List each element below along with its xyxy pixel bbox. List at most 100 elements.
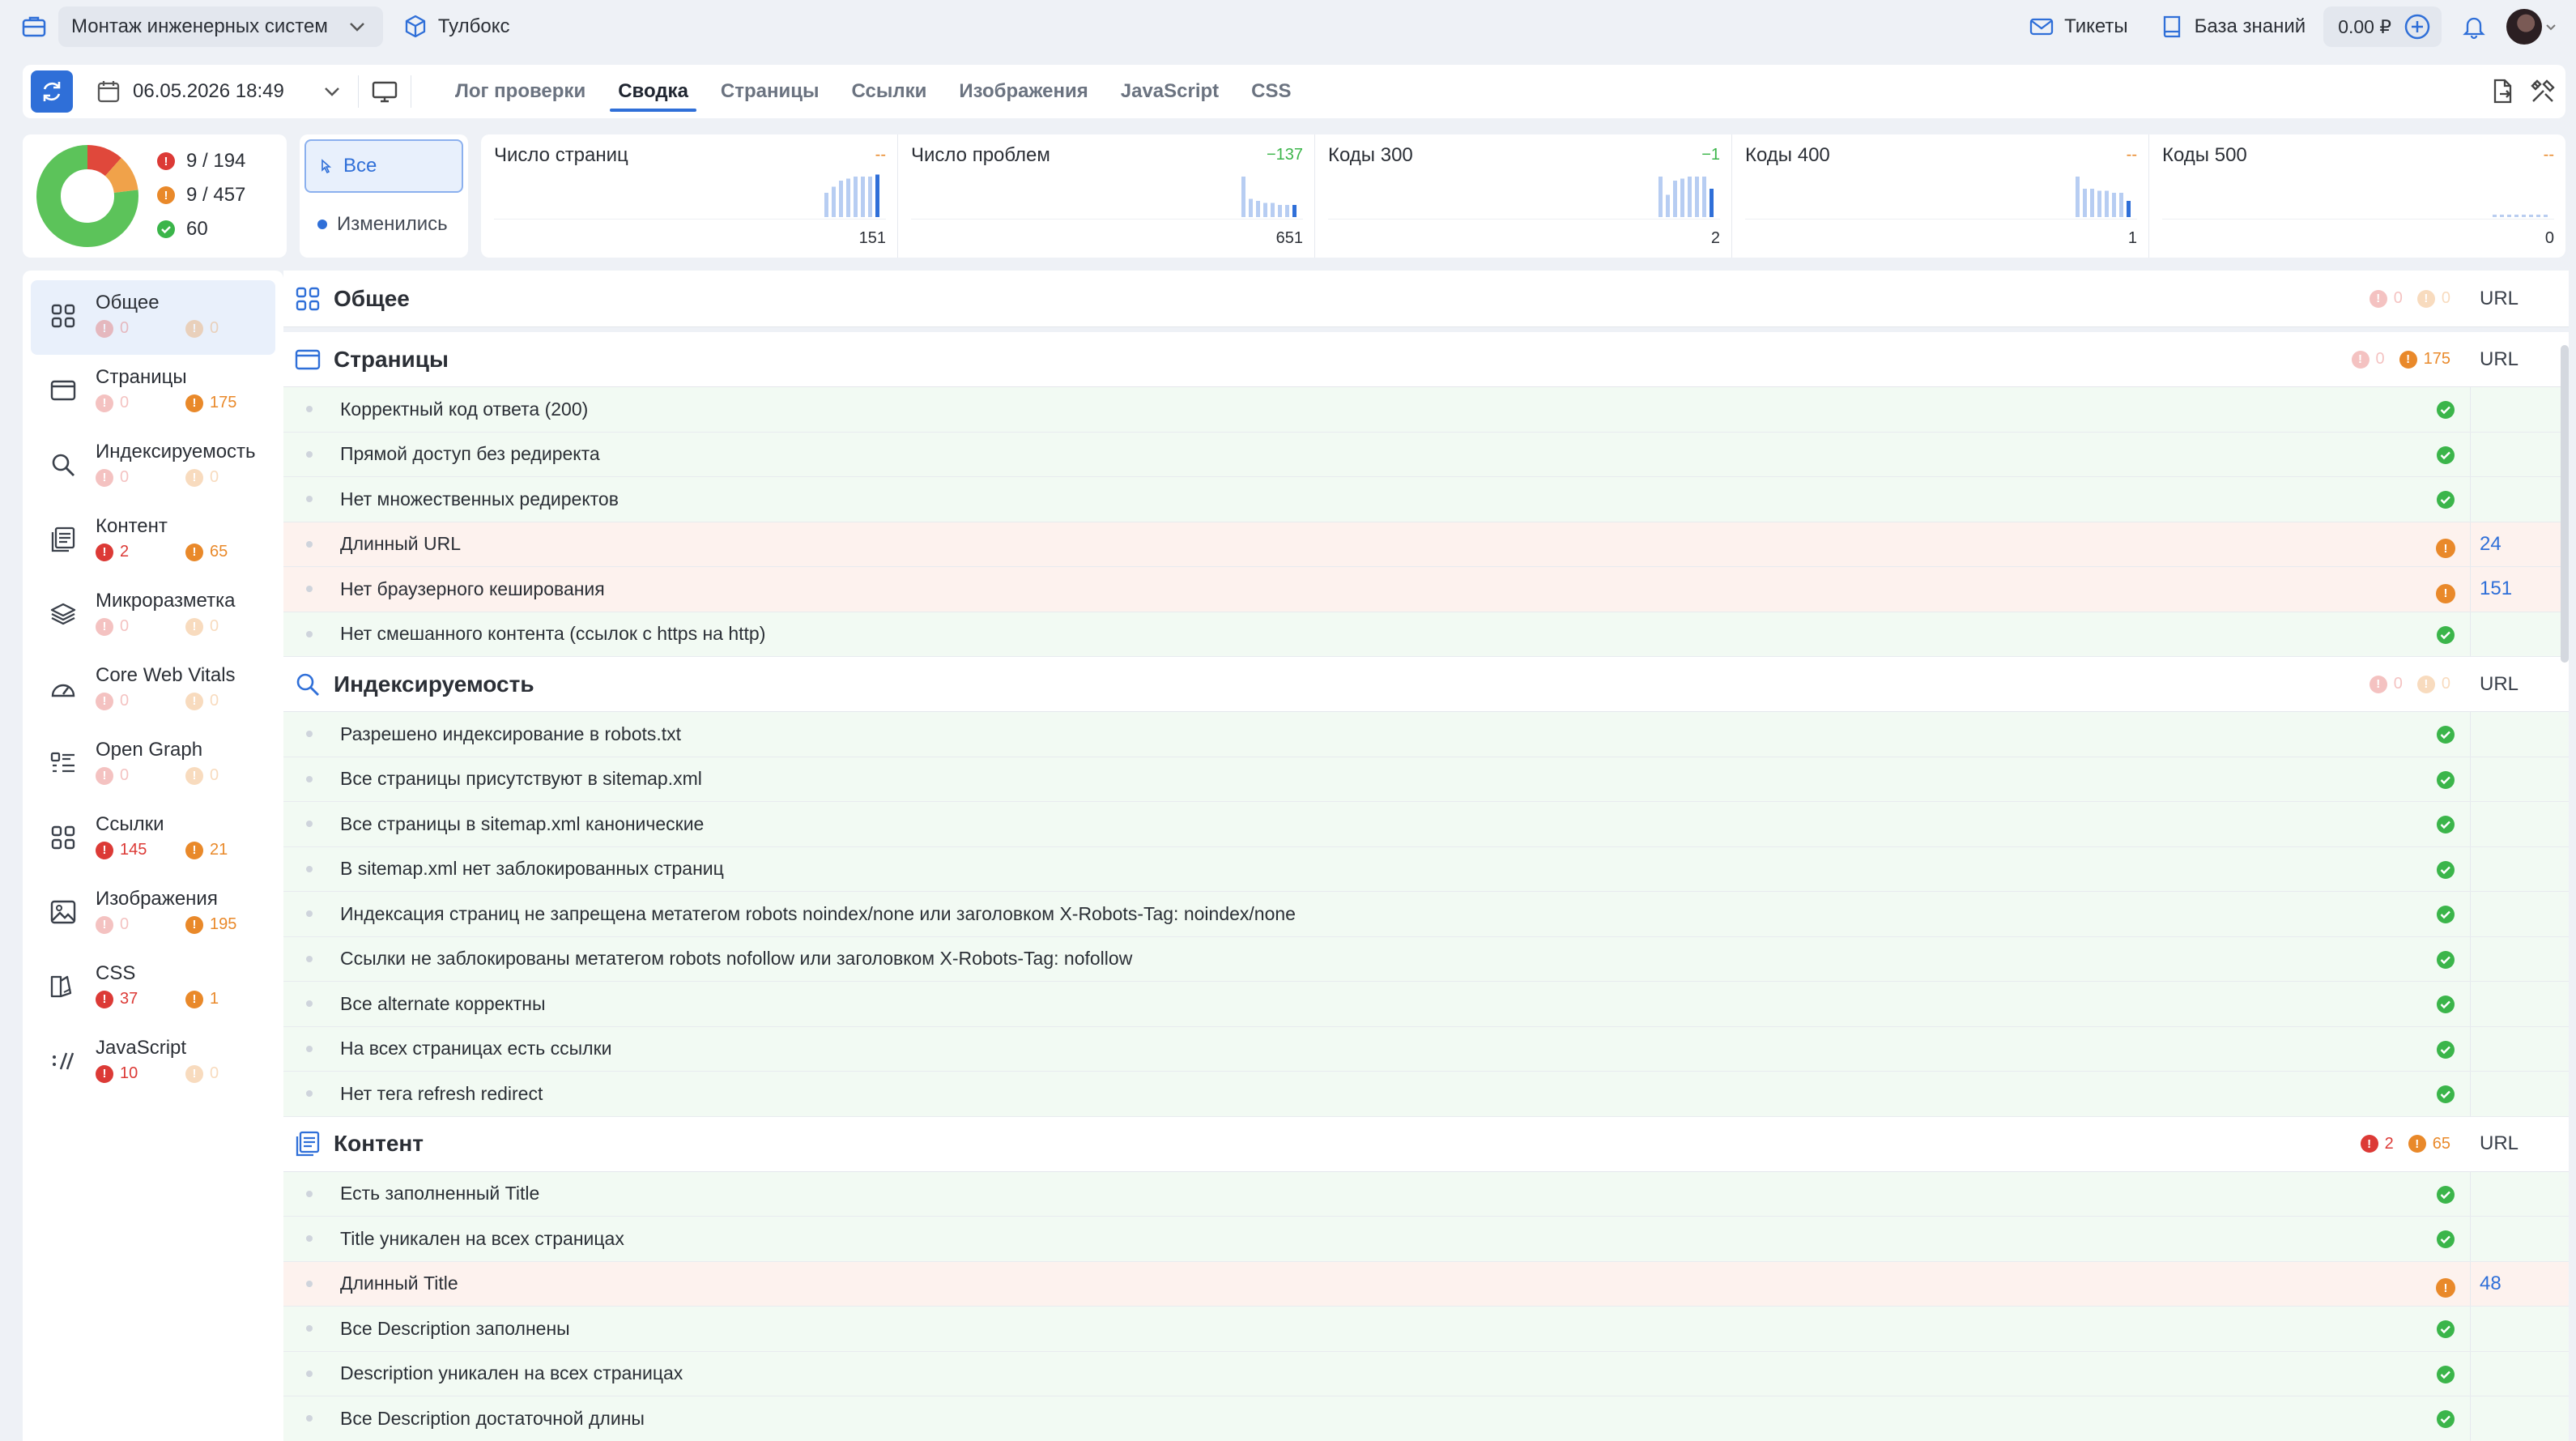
check-row[interactable]: Description уникален на всех страницах (283, 1351, 2569, 1396)
book-icon (2157, 12, 2186, 41)
refresh-button[interactable] (31, 70, 73, 113)
metric-bar (824, 193, 828, 217)
check-row[interactable]: Есть заполненный Title (283, 1171, 2569, 1217)
project-selector[interactable]: Монтаж инженерных систем (19, 6, 383, 47)
check-row[interactable]: Нет браузерного кеширования ! 151 (283, 567, 2569, 612)
sidebar-item-8[interactable]: Изображения ! 0! 195 (31, 876, 275, 951)
bullet (306, 731, 313, 738)
ok-summary[interactable]: 60 (157, 212, 245, 246)
tab-5[interactable]: JavaScript (1105, 65, 1235, 118)
tab-4[interactable]: Изображения (943, 65, 1104, 118)
balance-value: 0.00 ₽ (2338, 15, 2391, 37)
metric-card[interactable]: Коды 400 -- 1 (1732, 134, 2149, 258)
bullet (306, 1235, 313, 1243)
user-menu[interactable] (2506, 9, 2557, 45)
metric-card[interactable]: Коды 500 -- 0 (2149, 134, 2565, 258)
sidebar-item-label: Open Graph (96, 739, 203, 761)
sidebar-item-9[interactable]: CSS ! 37! 1 (31, 951, 275, 1025)
check-label: Нет смешанного контента (ссылок с https … (340, 623, 766, 645)
sidebar-item-4[interactable]: Микроразметка ! 0! 0 (31, 578, 275, 653)
check-row[interactable]: Нет тега refresh redirect (283, 1072, 2569, 1117)
monitor-icon[interactable] (370, 77, 399, 106)
scrollbar[interactable] (2561, 345, 2569, 663)
export-document-icon[interactable] (2488, 77, 2517, 106)
sidebar-item-5[interactable]: Core Web Vitals ! 0! 0 (31, 653, 275, 727)
balance-widget[interactable]: 0.00 ₽ (2323, 6, 2442, 47)
tab-6[interactable]: CSS (1235, 65, 1307, 118)
check-row[interactable]: Длинный Title ! 48 (283, 1261, 2569, 1307)
sidebar-item-1[interactable]: Страницы ! 0! 175 (31, 355, 275, 429)
section-header[interactable]: Индексируемость ! 0 ! 0 URL (283, 657, 2569, 712)
sidebar-item-label: Микроразметка (96, 590, 236, 612)
check-row[interactable]: Ссылки не заблокированы метатегом robots… (283, 936, 2569, 982)
errors-summary[interactable]: ! 9 / 194 (157, 144, 245, 178)
list-icon (49, 748, 78, 778)
calendar-icon (94, 77, 123, 106)
warning-icon: ! (185, 617, 203, 636)
sidebar-item-0[interactable]: Общее ! 0! 0 (31, 280, 275, 355)
url-count-link[interactable]: 151 (2480, 578, 2512, 600)
error-count-badge: ! 37 (96, 990, 185, 1008)
tools-icon[interactable] (2528, 77, 2557, 106)
error-icon: ! (96, 990, 113, 1008)
sidebar-item-3[interactable]: Контент ! 2! 65 (31, 504, 275, 578)
check-row[interactable]: Нет множественных редиректов (283, 477, 2569, 522)
check-row[interactable]: Все страницы присутствуют в sitemap.xml (283, 757, 2569, 802)
filter-changed-button[interactable]: Изменились (304, 198, 463, 251)
section-header[interactable]: Контент ! 2 ! 65 URL (283, 1117, 2569, 1172)
check-row[interactable]: Все страницы в sitemap.xml канонические (283, 802, 2569, 847)
check-row[interactable]: Прямой доступ без редиректа (283, 432, 2569, 477)
check-row[interactable]: В sitemap.xml нет заблокированных страни… (283, 846, 2569, 892)
section-header[interactable]: Страницы ! 0 ! 175 URL (283, 332, 2569, 387)
tab-2[interactable]: Страницы (705, 65, 836, 118)
check-row[interactable]: Все alternate корректны (283, 982, 2569, 1027)
check-row[interactable]: Нет смешанного контента (ссылок с https … (283, 612, 2569, 657)
sidebar-item-6[interactable]: Open Graph ! 0! 0 (31, 727, 275, 802)
metric-card[interactable]: Коды 300 −1 2 (1315, 134, 1732, 258)
date-selector[interactable]: 06.05.2026 18:49 (94, 77, 347, 106)
knowledge-base-link[interactable]: База знаний (2157, 12, 2306, 41)
errors-count: 9 / 194 (186, 150, 246, 172)
check-row[interactable]: Все Description заполнены (283, 1307, 2569, 1352)
bullet (306, 955, 313, 962)
check-row[interactable]: Длинный URL ! 24 (283, 522, 2569, 567)
column-divider (2470, 712, 2471, 757)
warning-icon: ! (185, 915, 203, 934)
check-label: Корректный код ответа (200) (340, 398, 589, 420)
tab-0[interactable]: Лог проверки (439, 65, 602, 118)
check-row[interactable]: На всех страницах есть ссылки (283, 1026, 2569, 1072)
check-circle-icon (2436, 860, 2455, 880)
sidebar-item-label: Контент (96, 515, 168, 537)
check-row[interactable]: Корректный код ответа (200) (283, 387, 2569, 433)
project-dropdown[interactable]: Монтаж инженерных систем (58, 6, 383, 47)
check-circle-icon (2436, 950, 2455, 970)
sidebar-item-7[interactable]: Ссылки ! 145! 21 (31, 802, 275, 876)
tab-1[interactable]: Сводка (602, 65, 705, 118)
section-header[interactable]: Общее ! 0 ! 0 URL (283, 271, 2569, 327)
error-icon: ! (2369, 675, 2387, 693)
sidebar-item-10[interactable]: JavaScript ! 10! 0 (31, 1025, 275, 1100)
toolbox-link[interactable]: Тулбокс (401, 12, 509, 41)
metric-bar (839, 181, 843, 217)
metric-bar (1702, 177, 1706, 217)
warnings-summary[interactable]: ! 9 / 457 (157, 178, 245, 212)
warning-icon: ! (2436, 580, 2455, 603)
check-row[interactable]: Индексация страниц не запрещена метатего… (283, 892, 2569, 937)
metric-card[interactable]: Число проблем −137 651 (898, 134, 1315, 258)
check-row[interactable]: Разрешено индексирование в robots.txt (283, 712, 2569, 757)
url-count-link[interactable]: 48 (2480, 1273, 2501, 1295)
tab-3[interactable]: Ссылки (836, 65, 943, 118)
filter-all-button[interactable]: Все (304, 139, 463, 193)
sidebar-item-2[interactable]: Индексируемость ! 0! 0 (31, 429, 275, 504)
url-count-link[interactable]: 24 (2480, 533, 2501, 556)
plus-circle-icon[interactable] (2403, 12, 2432, 41)
tickets-link[interactable]: Тикеты (2027, 12, 2128, 41)
metric-total: 2 (1710, 229, 1720, 247)
metric-card[interactable]: Число страниц -- 151 (481, 134, 898, 258)
check-row[interactable]: Title уникален на всех страницах (283, 1217, 2569, 1262)
bell-icon[interactable] (2459, 12, 2489, 41)
check-row[interactable]: Все Description достаточной длины (283, 1396, 2569, 1441)
warning-icon: ! (2436, 1275, 2455, 1298)
donut-slice-warnings (104, 157, 138, 194)
avatar[interactable] (2506, 9, 2542, 45)
